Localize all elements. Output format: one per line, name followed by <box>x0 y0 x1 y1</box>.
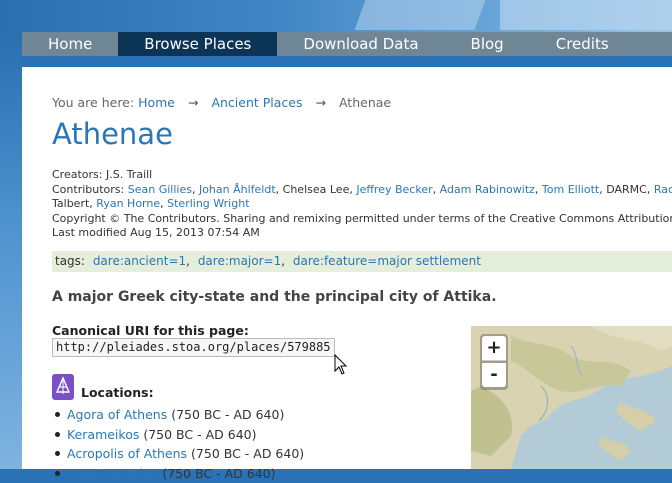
creators-label: Creators: <box>52 168 102 181</box>
contributor-link[interactable]: Tom Elliott <box>542 183 599 196</box>
location-link[interactable]: DARE Location <box>67 466 158 481</box>
location-map[interactable]: + - <box>471 326 672 469</box>
banner-decoration <box>355 0 486 30</box>
contributor-link[interactable]: Ryan Horne <box>96 197 160 210</box>
list-item: Agora of Athens (750 BC - AD 640) <box>52 405 304 425</box>
contributor-link[interactable]: Adam Rabinowitz <box>440 183 535 196</box>
nav-item-browse-places[interactable]: Browse Places <box>118 32 277 56</box>
location-dates: (750 BC - AD 640) <box>162 466 275 481</box>
nav-item-credits[interactable]: Credits <box>530 32 635 56</box>
creators-value: J.S. Traill <box>106 168 152 181</box>
contributor-link[interactable]: Rach <box>654 183 672 196</box>
contributor-link[interactable]: Johan Åhlfeldt <box>199 183 276 196</box>
contributor-name: DARMC <box>606 183 647 196</box>
list-item: Acropolis of Athens (750 BC - AD 640) <box>52 444 304 464</box>
bullet-icon <box>55 432 60 437</box>
tag-separator: , <box>186 254 190 268</box>
nav-item-blog[interactable]: Blog <box>445 32 530 56</box>
tag-link[interactable]: dare:ancient=1 <box>93 254 186 268</box>
contributor-name: Talbert <box>52 197 89 210</box>
place-description: A major Greek city-state and the princip… <box>52 289 497 305</box>
contributors-line: Contributors: Sean Gillies, Johan Åhlfel… <box>52 183 672 198</box>
breadcrumb-arrow-icon: → <box>316 95 326 110</box>
left-background-strip <box>0 34 22 469</box>
breadcrumb-arrow-icon: → <box>188 95 198 110</box>
contributors-list-continued: Talbert, Ryan Horne, Sterling Wright <box>52 197 672 212</box>
bullet-icon <box>55 451 60 456</box>
location-dates: (750 BC - AD 640) <box>143 427 256 442</box>
list-item: Kerameikos (750 BC - AD 640) <box>52 425 304 445</box>
place-metadata: Creators: J.S. Traill Contributors: Sean… <box>52 168 672 241</box>
canonical-uri-field[interactable]: http://pleiades.stoa.org/places/579885 <box>52 338 335 357</box>
breadcrumb-ancient-places-link[interactable]: Ancient Places <box>211 95 302 110</box>
nav-item-download-data[interactable]: Download Data <box>277 32 444 56</box>
location-link[interactable]: Acropolis of Athens <box>67 446 187 461</box>
main-nav: Home Browse Places Download Data Blog Cr… <box>22 32 672 56</box>
breadcrumb-home-link[interactable]: Home <box>138 95 175 110</box>
breadcrumb: You are here: Home → Ancient Places → At… <box>52 95 391 110</box>
contributors-label: Contributors: <box>52 183 124 196</box>
tags-label: tags: <box>55 254 85 268</box>
mouse-cursor-icon <box>334 354 348 380</box>
contributors-list: Sean Gillies, Johan Åhlfeldt, Chelsea Le… <box>128 183 672 196</box>
tags-bar: tags: dare:ancient=1, dare:major=1, dare… <box>52 251 672 272</box>
location-pin-icon <box>52 374 74 400</box>
locations-list: Agora of Athens (750 BC - AD 640) Kerame… <box>52 405 304 483</box>
bullet-icon <box>55 412 60 417</box>
contributor-link[interactable]: Sterling Wright <box>167 197 249 210</box>
zoom-out-button[interactable]: - <box>482 363 506 387</box>
creators-line: Creators: J.S. Traill <box>52 168 672 183</box>
zoom-control: + - <box>480 334 508 390</box>
copyright-notice: Copyright © The Contributors. Sharing an… <box>52 212 672 227</box>
breadcrumb-prefix: You are here: <box>52 95 134 110</box>
last-modified: Last modified Aug 15, 2013 07:54 AM <box>52 226 672 241</box>
locations-heading: Locations: <box>81 385 154 400</box>
contributor-link[interactable]: Jeffrey Becker <box>356 183 432 196</box>
location-link[interactable]: Kerameikos <box>67 427 139 442</box>
tag-separator: , <box>281 254 285 268</box>
canonical-uri-label: Canonical URI for this page: <box>52 323 249 338</box>
location-dates: (750 BC - AD 640) <box>171 407 284 422</box>
list-item: DARE Location (750 BC - AD 640) <box>52 464 304 483</box>
tag-link[interactable]: dare:major=1 <box>198 254 281 268</box>
banner-decoration <box>500 0 672 30</box>
nav-item-home[interactable]: Home <box>22 32 118 56</box>
breadcrumb-current: Athenae <box>339 95 391 110</box>
zoom-in-button[interactable]: + <box>482 336 506 361</box>
contributor-link[interactable]: Sean Gillies <box>128 183 192 196</box>
tag-link[interactable]: dare:feature=major settlement <box>293 254 481 268</box>
bullet-icon <box>55 471 60 476</box>
page-title: Athenae <box>52 117 173 151</box>
location-link[interactable]: Agora of Athens <box>67 407 167 422</box>
contributor-name: Chelsea Lee <box>283 183 350 196</box>
location-dates: (750 BC - AD 640) <box>191 446 304 461</box>
header-banner <box>0 0 672 34</box>
